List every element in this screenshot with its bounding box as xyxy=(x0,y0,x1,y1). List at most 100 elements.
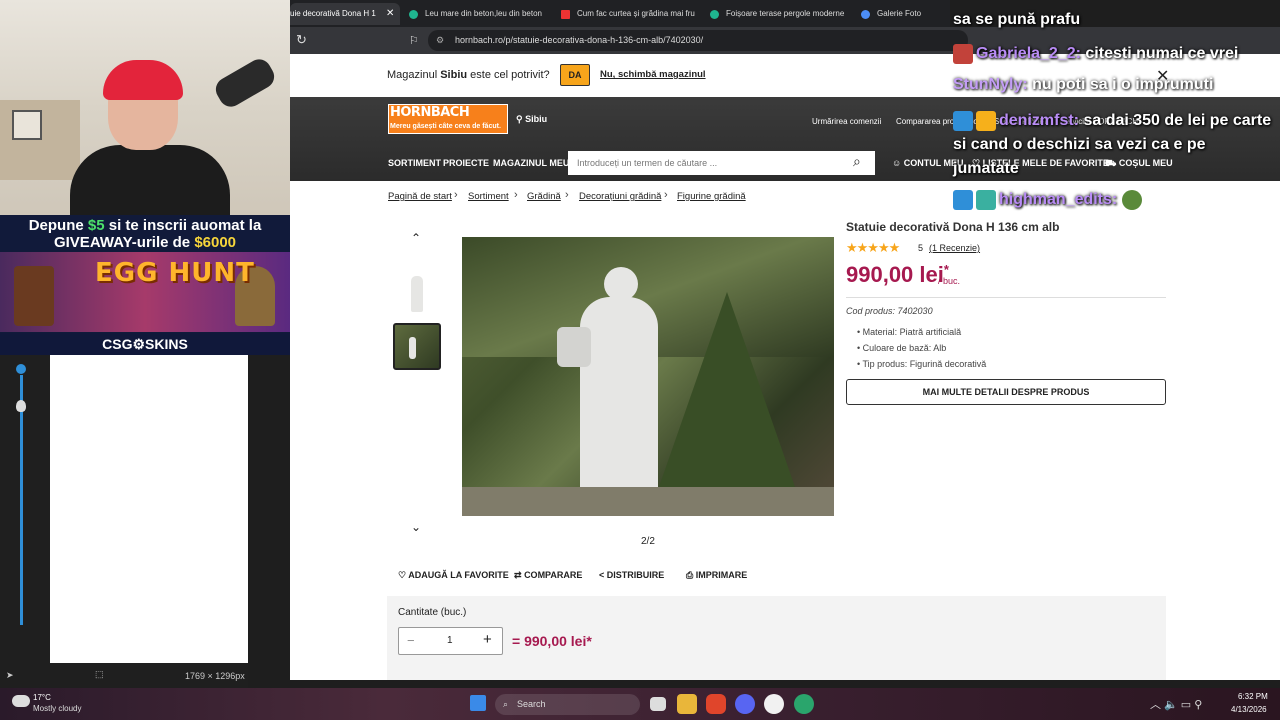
drop-icon[interactable] xyxy=(16,400,26,412)
breadcrumb-sortiment[interactable]: Sortiment xyxy=(468,191,509,202)
nav-proiecte[interactable]: PROIECTE xyxy=(443,158,489,168)
product-image[interactable] xyxy=(462,237,834,516)
windows-start-icon[interactable] xyxy=(470,695,486,711)
chat-line: sa se pună prafu xyxy=(953,11,1081,28)
tab-favicon-icon xyxy=(409,10,418,19)
breadcrumb-gradina[interactable]: Grădină xyxy=(527,191,561,202)
tab-favicon-icon xyxy=(710,10,719,19)
compare-button[interactable]: ⇄ COMPARARE xyxy=(514,570,582,581)
editor-slider[interactable] xyxy=(20,375,23,625)
badge-icon xyxy=(976,110,996,131)
discord-icon[interactable] xyxy=(735,694,755,714)
dimensions-text: 1769 × 1296px xyxy=(185,671,245,681)
print-icon: ⎙ xyxy=(686,570,694,580)
search-icon: ⌕ xyxy=(503,699,509,709)
clock-date[interactable]: 4/13/2026 xyxy=(1231,705,1267,714)
image-counter: 2/2 xyxy=(641,536,655,547)
badge-icon xyxy=(953,110,973,131)
tab-active[interactable]: uie decorativă Dona H 1 ✕ xyxy=(290,3,400,25)
heart-icon: ♡ xyxy=(398,570,407,580)
chat-message: StunNyly: nu poti sa i o imprumuti xyxy=(953,76,1214,93)
tab-galerie[interactable]: Galerie Foto xyxy=(857,3,947,25)
location-pin-icon: ⚲ xyxy=(516,114,523,124)
reviews-link[interactable]: (1 Recenzie) xyxy=(929,243,980,253)
chevron-up-icon[interactable]: ⌃ xyxy=(411,231,421,245)
print-button[interactable]: ⎙ IMPRIMARE xyxy=(686,570,747,581)
webcam-feed xyxy=(0,0,290,215)
sponsor-logo: CSG⚙SKINS xyxy=(0,333,290,355)
statue-head xyxy=(604,267,638,301)
cursor-icon: ➤ xyxy=(6,670,14,680)
product-code: Cod produs: 7402030 xyxy=(846,306,933,316)
quantity-section xyxy=(387,596,1166,680)
bookmark-icon[interactable]: ⚐ xyxy=(409,34,419,47)
tab-curte[interactable]: Cum fac curtea și grădina mai fru xyxy=(557,3,700,25)
promo-line-1: Depune $5 si te inscrii auomat la xyxy=(28,217,262,234)
tab-label: Cum fac curtea și grădina mai fru xyxy=(577,9,695,18)
taskbar-search[interactable]: ⌕ Search xyxy=(495,694,640,715)
share-button[interactable]: < DISTRIBUIRE xyxy=(599,570,664,580)
close-tab-icon[interactable]: ✕ xyxy=(386,3,394,25)
user-icon: ☺ xyxy=(892,158,902,168)
globe-icon[interactable] xyxy=(794,694,814,714)
chevron-down-icon[interactable]: ⌄ xyxy=(411,520,421,534)
breadcrumb-home[interactable]: Pagină de start xyxy=(388,191,452,202)
quantity-label: Cantitate (buc.) xyxy=(398,607,467,618)
nav-magazinul-meu[interactable]: MAGAZINUL MEU xyxy=(493,158,569,168)
brave-icon[interactable] xyxy=(706,694,726,714)
change-store-link[interactable]: Nu, schimbă magazinul xyxy=(600,69,706,80)
file-explorer-icon[interactable] xyxy=(677,694,697,714)
quantity-stepper[interactable]: − 1 + xyxy=(398,627,503,655)
store-location[interactable]: ⚲ Sibiu xyxy=(516,114,547,125)
attribute-type: • Tip produs: Figurină decorativă xyxy=(857,359,987,369)
logo-text: HORNBACH xyxy=(390,105,470,120)
nav-sortiment[interactable]: SORTIMENT xyxy=(388,158,441,168)
store-yes-button[interactable]: DA xyxy=(560,64,590,86)
chevron-right-icon: › xyxy=(664,189,668,201)
google-icon[interactable] xyxy=(764,694,784,714)
attribute-color: • Culoare de bază: Alb xyxy=(857,343,947,353)
chevron-right-icon: › xyxy=(514,189,518,201)
store-question: Magazinul Sibiu este cel potrivit? xyxy=(387,69,550,81)
reload-icon[interactable]: ↻ xyxy=(296,32,307,48)
order-tracking-link[interactable]: Urmărirea comenzii xyxy=(812,117,881,126)
minus-icon[interactable]: − xyxy=(407,633,415,648)
weather-temp[interactable]: 17°C xyxy=(33,693,51,702)
compare-icon: ⇄ xyxy=(514,570,522,580)
chat-message: Gabriela_2_2: citesti numai ce vrei xyxy=(953,44,1238,64)
search-input[interactable]: Introduceți un termen de căutare ... xyxy=(568,151,875,175)
tab-leu[interactable]: Leu mare din beton,leu din beton xyxy=(405,3,550,25)
address-bar[interactable]: ⚙ hornbach.ro/p/statuie-decorativa-dona-… xyxy=(428,30,968,51)
cloud-icon xyxy=(12,695,30,707)
tab-foisoare[interactable]: Foișoare terase pergole moderne xyxy=(706,3,851,25)
clock-time[interactable]: 6:32 PM xyxy=(1238,692,1268,701)
breadcrumb-decoratiuni[interactable]: Decorațiuni grădină xyxy=(579,191,661,202)
statue-basket xyxy=(557,327,591,367)
tab-favicon-icon xyxy=(861,10,870,19)
editor-canvas[interactable] xyxy=(50,355,248,663)
price-unit: / buc. xyxy=(938,276,961,286)
tray-icons[interactable]: ︿ 🔈 ▭ ⚲ xyxy=(1150,696,1202,712)
product-title: Statuie decorativă Dona H 136 cm alb xyxy=(846,220,1060,234)
breadcrumb-figurine[interactable]: Figurine grădină xyxy=(677,191,746,202)
pepe-emote-icon xyxy=(1121,190,1142,210)
add-favorites-button[interactable]: ♡ ADAUGĂ LA FAVORITE xyxy=(398,570,509,581)
task-view-icon[interactable] xyxy=(650,697,666,711)
badge-icon xyxy=(953,44,973,64)
plus-icon[interactable]: + xyxy=(483,631,492,648)
search-icon[interactable]: ⌕ xyxy=(853,153,861,170)
tab-label: Foișoare terase pergole moderne xyxy=(726,9,845,18)
more-details-button[interactable]: MAI MULTE DETALII DESPRE PRODUS xyxy=(846,379,1166,405)
quantity-value[interactable]: 1 xyxy=(447,635,453,646)
chat-message: highman_edits: xyxy=(953,190,1145,210)
gallery-thumb-2[interactable] xyxy=(393,323,441,370)
site-info-icon[interactable]: ⚙ xyxy=(436,30,444,51)
divider xyxy=(846,297,1166,298)
rating-stars: ★★★★★ xyxy=(846,240,900,255)
weather-desc[interactable]: Mostly cloudy xyxy=(33,704,81,713)
chevron-right-icon: › xyxy=(565,189,569,201)
slider-handle[interactable] xyxy=(16,364,26,374)
gallery-thumb-1[interactable] xyxy=(393,270,441,317)
statue-body xyxy=(580,297,658,507)
taskbar xyxy=(0,688,1280,720)
